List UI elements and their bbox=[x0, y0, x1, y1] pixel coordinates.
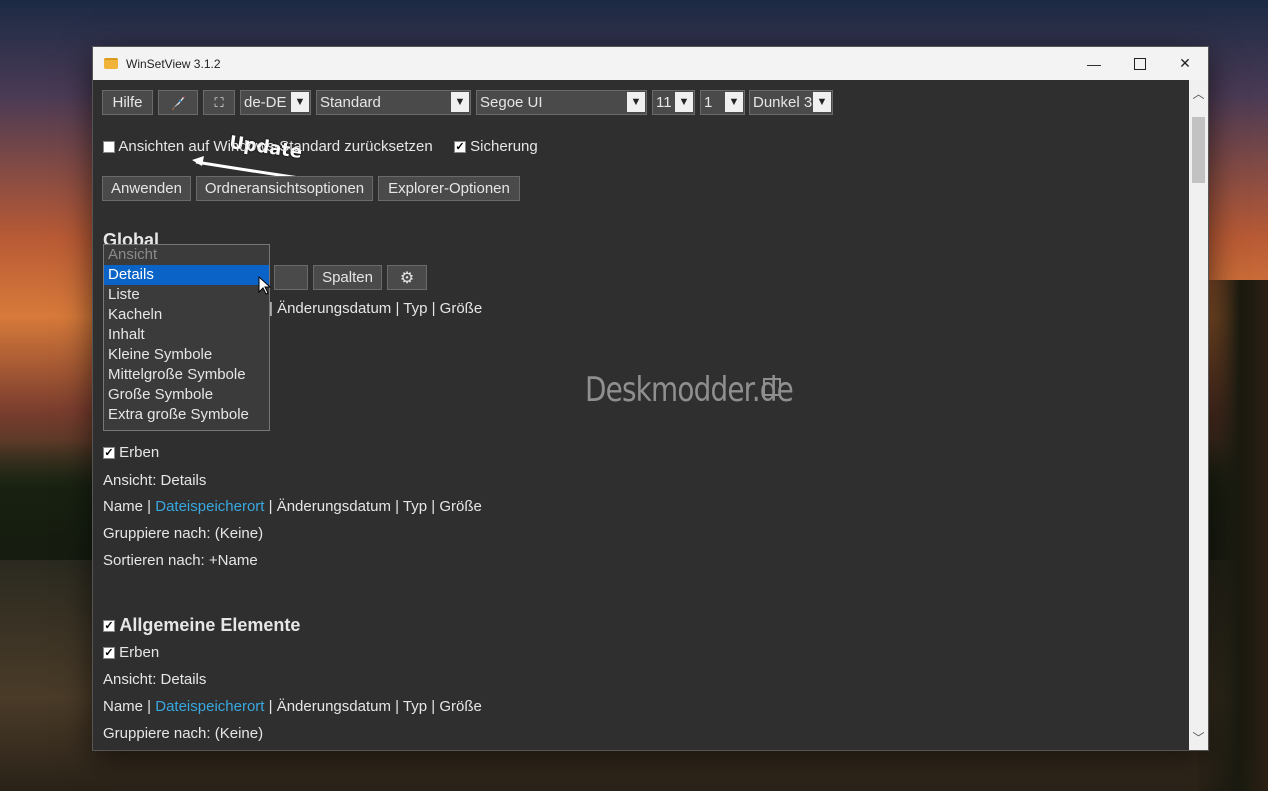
general-columns-line: Name | Dateispeicherort | Änderungsdatum… bbox=[103, 698, 482, 715]
language-value: de-DE bbox=[244, 94, 287, 111]
downloads-col-name: Name | bbox=[103, 498, 152, 515]
backup-checkbox[interactable]: ✓ bbox=[454, 141, 466, 154]
maximize-icon bbox=[1134, 57, 1146, 70]
view-dropdown[interactable]: Ansicht Details Liste Kacheln Inhalt Kle… bbox=[103, 244, 270, 431]
update-button[interactable] bbox=[158, 90, 198, 115]
general-view-line: Ansicht: Details bbox=[103, 671, 207, 688]
view-option-large-icons[interactable]: Große Symbole bbox=[104, 385, 269, 405]
global-columns-text: | Änderungsdatum | Typ | Größe bbox=[269, 300, 483, 317]
chevron-down-icon: ▼ bbox=[725, 92, 743, 112]
downloads-inherit[interactable]: ✓ Erben bbox=[103, 444, 159, 461]
title-bar[interactable]: WinSetView 3.1.2 — ✕ bbox=[93, 47, 1208, 80]
scroll-down-icon[interactable]: ﹀ bbox=[1189, 727, 1208, 747]
downloads-view-line: Ansicht: Details bbox=[103, 472, 207, 489]
scroll-up-icon[interactable]: ︿ bbox=[1189, 83, 1208, 103]
general-inherit-label: Erben bbox=[119, 644, 160, 661]
view-option-extra-large-icons[interactable]: Extra große Symbole bbox=[104, 405, 269, 425]
app-window: WinSetView 3.1.2 — ✕ Hilfe ⛶ de-DE ▼ Sta… bbox=[92, 46, 1209, 751]
close-button[interactable]: ✕ bbox=[1162, 47, 1208, 80]
downloads-columns-line: Name | Dateispeicherort | Änderungsdatum… bbox=[103, 498, 482, 515]
view-option-header: Ansicht bbox=[108, 246, 158, 263]
minimize-icon: — bbox=[1087, 55, 1101, 72]
settings-button[interactable]: ⚙ bbox=[387, 265, 427, 290]
backup-option[interactable]: ✓ Sicherung bbox=[454, 138, 538, 155]
general-heading-label: Allgemeine Elemente bbox=[119, 615, 301, 635]
mouse-cursor-icon bbox=[258, 276, 272, 295]
view-option-content[interactable]: Inhalt bbox=[104, 325, 269, 345]
columns-button[interactable]: Spalten bbox=[313, 265, 382, 290]
option-number-value: 1 bbox=[704, 94, 713, 111]
chevron-down-icon: ▼ bbox=[451, 92, 469, 112]
general-group-line: Gruppiere nach: (Keine) bbox=[103, 725, 264, 742]
backup-label: Sicherung bbox=[470, 138, 538, 155]
folder-options-button[interactable]: Ordneransichtsoptionen bbox=[196, 176, 373, 201]
reset-label: Ansichten auf Windows-Standard zurückset… bbox=[118, 138, 433, 155]
folder-icon bbox=[104, 58, 118, 69]
theme-select[interactable]: Dunkel 3 ▼ bbox=[749, 90, 833, 115]
view-option-medium-icons[interactable]: Mittelgroße Symbole bbox=[104, 365, 269, 385]
reset-checkbox[interactable] bbox=[103, 141, 115, 154]
language-select[interactable]: de-DE ▼ bbox=[240, 90, 311, 115]
general-section-checkbox[interactable]: ✓ bbox=[103, 620, 115, 633]
view-option-tiles[interactable]: Kacheln bbox=[104, 305, 269, 325]
downloads-col-location-link[interactable]: Dateispeicherort bbox=[155, 498, 264, 515]
watermark-pen-icon bbox=[763, 378, 781, 396]
chevron-down-icon: ▼ bbox=[675, 92, 693, 112]
view-option-list[interactable]: Liste bbox=[104, 285, 269, 305]
gear-icon: ⚙ bbox=[399, 269, 415, 287]
font-select[interactable]: Segoe UI ▼ bbox=[476, 90, 647, 115]
scrollbar-thumb[interactable] bbox=[1192, 117, 1205, 183]
global-secondary-field[interactable] bbox=[274, 265, 308, 290]
general-section-heading[interactable]: ✓ Allgemeine Elemente bbox=[103, 615, 300, 636]
general-inherit[interactable]: ✓ Erben bbox=[103, 644, 159, 661]
main-content: Hilfe ⛶ de-DE ▼ Standard ▼ Segoe UI ▼ 11… bbox=[93, 80, 1189, 750]
help-button[interactable]: Hilfe bbox=[102, 90, 153, 115]
watermark-text: Deskmodder.de bbox=[585, 370, 794, 410]
font-size-value: 11 bbox=[656, 94, 672, 111]
chevron-down-icon: ▼ bbox=[813, 92, 831, 112]
general-col-name: Name | bbox=[103, 698, 152, 715]
option-number-select[interactable]: 1 ▼ bbox=[700, 90, 745, 115]
minimize-button[interactable]: — bbox=[1071, 47, 1117, 80]
font-size-select[interactable]: 11 ▼ bbox=[652, 90, 695, 115]
preset-value: Standard bbox=[320, 94, 381, 111]
downloads-inherit-label: Erben bbox=[119, 444, 160, 461]
apply-button[interactable]: Anwenden bbox=[102, 176, 191, 201]
downloads-group-line: Gruppiere nach: (Keine) bbox=[103, 525, 264, 542]
downloads-sort-line: Sortieren nach: +Name bbox=[103, 552, 258, 569]
maximize-button[interactable] bbox=[1117, 47, 1163, 80]
chevron-down-icon: ▼ bbox=[627, 92, 645, 112]
downloads-inherit-checkbox[interactable]: ✓ bbox=[103, 447, 115, 460]
general-col-rest: | Änderungsdatum | Typ | Größe bbox=[268, 698, 482, 715]
preset-select[interactable]: Standard ▼ bbox=[316, 90, 471, 115]
view-option-small-icons[interactable]: Kleine Symbole bbox=[104, 345, 269, 365]
explorer-options-button[interactable]: Explorer-Optionen bbox=[378, 176, 520, 201]
reset-views-option[interactable]: Ansichten auf Windows-Standard zurückset… bbox=[103, 138, 433, 155]
font-value: Segoe UI bbox=[480, 94, 543, 111]
fullscreen-button[interactable]: ⛶ bbox=[203, 90, 235, 115]
view-option-details[interactable]: Details bbox=[104, 265, 269, 285]
general-col-location-link[interactable]: Dateispeicherort bbox=[155, 698, 264, 715]
window-title: WinSetView 3.1.2 bbox=[126, 56, 221, 71]
downloads-col-rest: | Änderungsdatum | Typ | Größe bbox=[268, 498, 482, 515]
general-inherit-checkbox[interactable]: ✓ bbox=[103, 647, 115, 660]
theme-value: Dunkel 3 bbox=[753, 94, 813, 111]
rocket-icon bbox=[172, 95, 185, 110]
chevron-down-icon: ▼ bbox=[291, 92, 309, 112]
close-icon: ✕ bbox=[1179, 55, 1191, 71]
vertical-scrollbar[interactable]: ︿ ﹀ bbox=[1189, 80, 1208, 750]
